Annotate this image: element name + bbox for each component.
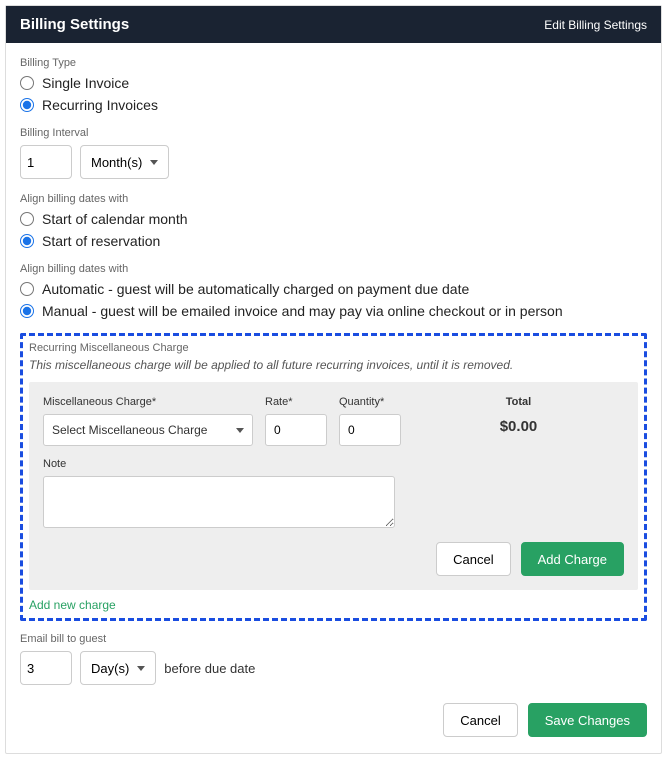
payment-mode-section: Align billing dates with Automatic - gue… [20,263,647,319]
panel-header: Billing Settings Edit Billing Settings [6,6,661,43]
payment-manual-row[interactable]: Manual - guest will be emailed invoice a… [20,303,647,319]
billing-type-single-row[interactable]: Single Invoice [20,75,647,91]
note-col: Note [43,458,624,528]
recurring-charge-note: This miscellaneous charge will be applie… [29,358,638,372]
add-new-charge-link[interactable]: Add new charge [29,598,116,612]
billing-type-recurring-radio[interactable] [20,98,34,112]
misc-charge-label: Miscellaneous Charge* [43,396,253,408]
chevron-down-icon [150,160,158,165]
billing-type-recurring-row[interactable]: Recurring Invoices [20,97,647,113]
billing-type-recurring-text: Recurring Invoices [42,97,158,113]
total-col: Total $0.00 [413,396,624,435]
billing-interval-unit-select[interactable]: Month(s) [80,145,169,179]
total-value: $0.00 [413,418,624,435]
billing-interval-unit-text: Month(s) [91,155,142,170]
email-bill-label: Email bill to guest [20,633,647,645]
email-bill-value-input[interactable] [20,651,72,685]
note-textarea[interactable] [43,476,395,528]
quantity-label: Quantity* [339,396,401,408]
email-bill-section: Email bill to guest Day(s) before due da… [20,633,647,685]
charge-select-col: Miscellaneous Charge* Select Miscellaneo… [43,396,253,446]
chevron-down-icon [137,666,145,671]
align-reservation-radio[interactable] [20,234,34,248]
recurring-charge-highlight: Recurring Miscellaneous Charge This misc… [20,333,647,621]
align-dates-label: Align billing dates with [20,193,647,205]
quantity-col: Quantity* [339,396,401,446]
total-label: Total [413,396,624,408]
cancel-button[interactable]: Cancel [443,703,517,737]
rate-col: Rate* [265,396,327,446]
note-label: Note [43,458,624,470]
billing-interval-value-input[interactable] [20,145,72,179]
footer-actions: Cancel Save Changes [20,703,647,737]
recurring-charge-title: Recurring Miscellaneous Charge [29,342,638,354]
rate-label: Rate* [265,396,327,408]
billing-type-label: Billing Type [20,57,647,69]
align-calendar-text: Start of calendar month [42,211,188,227]
billing-settings-panel: Billing Settings Edit Billing Settings B… [5,5,662,754]
panel-title: Billing Settings [20,16,129,33]
chevron-down-icon [236,428,244,433]
align-reservation-text: Start of reservation [42,233,160,249]
charge-form: Miscellaneous Charge* Select Miscellaneo… [29,382,638,590]
charge-cancel-button[interactable]: Cancel [436,542,510,576]
payment-manual-text: Manual - guest will be emailed invoice a… [42,303,563,319]
save-changes-button[interactable]: Save Changes [528,703,647,737]
payment-manual-radio[interactable] [20,304,34,318]
billing-interval-label: Billing Interval [20,127,647,139]
payment-automatic-text: Automatic - guest will be automatically … [42,281,469,297]
align-calendar-radio[interactable] [20,212,34,226]
payment-automatic-row[interactable]: Automatic - guest will be automatically … [20,281,647,297]
add-charge-button[interactable]: Add Charge [521,542,624,576]
email-bill-suffix: before due date [164,661,255,676]
quantity-input[interactable] [339,414,401,446]
edit-billing-settings-link[interactable]: Edit Billing Settings [544,18,647,32]
align-calendar-row[interactable]: Start of calendar month [20,211,647,227]
payment-mode-label: Align billing dates with [20,263,647,275]
align-reservation-row[interactable]: Start of reservation [20,233,647,249]
misc-charge-select[interactable]: Select Miscellaneous Charge [43,414,253,446]
rate-input[interactable] [265,414,327,446]
billing-type-single-radio[interactable] [20,76,34,90]
billing-type-single-text: Single Invoice [42,75,129,91]
billing-type-section: Billing Type Single Invoice Recurring In… [20,57,647,113]
misc-charge-placeholder: Select Miscellaneous Charge [52,423,207,437]
email-bill-unit-text: Day(s) [91,661,129,676]
payment-automatic-radio[interactable] [20,282,34,296]
billing-interval-section: Billing Interval Month(s) [20,127,647,179]
email-bill-unit-select[interactable]: Day(s) [80,651,156,685]
align-dates-section: Align billing dates with Start of calend… [20,193,647,249]
panel-body: Billing Type Single Invoice Recurring In… [6,43,661,753]
charge-actions: Cancel Add Charge [43,542,624,576]
